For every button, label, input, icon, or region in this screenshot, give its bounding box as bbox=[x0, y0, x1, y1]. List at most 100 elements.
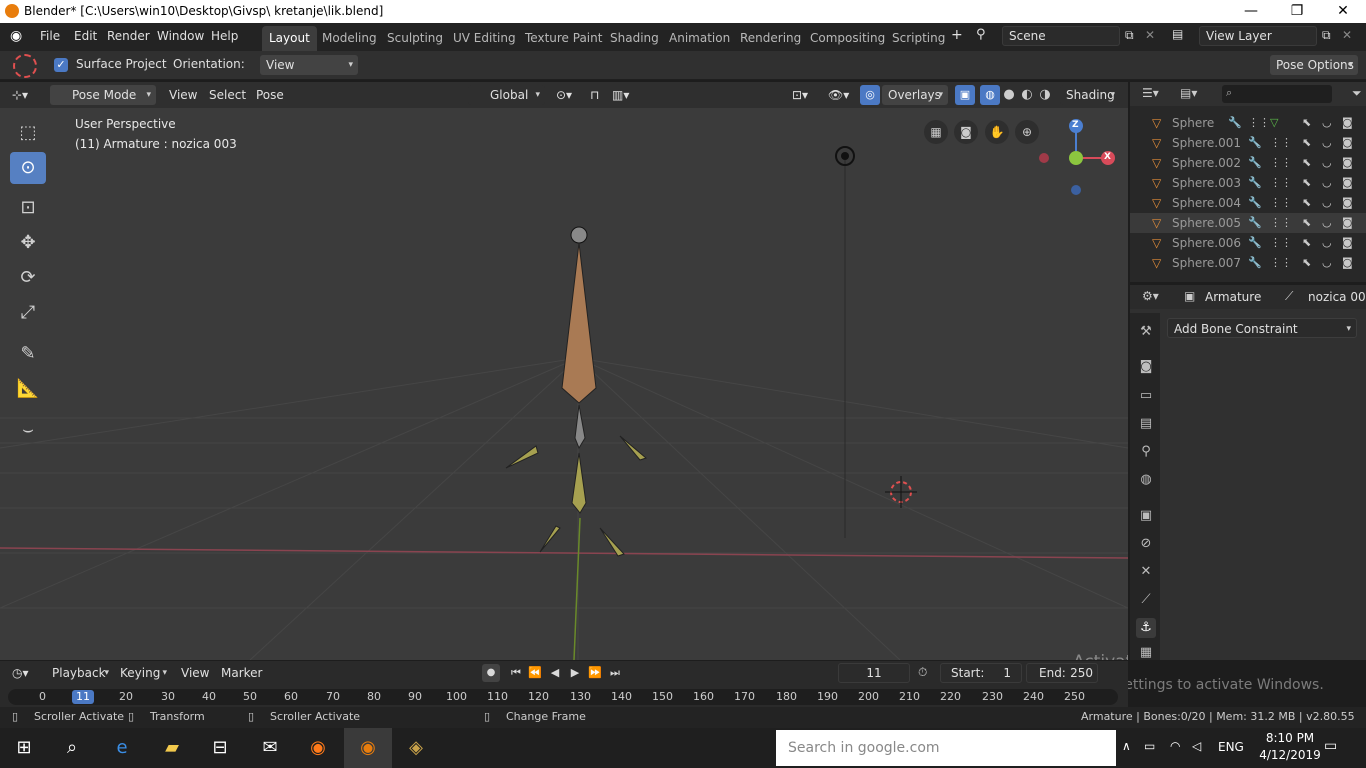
remove-scene-icon[interactable]: ✕ bbox=[1145, 28, 1155, 42]
add-workspace-button[interactable]: + bbox=[951, 27, 963, 43]
menu-window[interactable]: Window bbox=[157, 29, 204, 43]
tab-texture-paint[interactable]: Texture Paint bbox=[518, 26, 609, 51]
timeline-menu-marker[interactable]: Marker bbox=[221, 663, 262, 683]
pivot-point-icon[interactable]: ⊙▾ bbox=[556, 85, 572, 105]
play-icon[interactable]: ▶ bbox=[566, 664, 584, 682]
mode-dropdown[interactable]: Pose Mode ▾ bbox=[50, 85, 156, 105]
render-toggle-icon[interactable]: ◙ bbox=[1342, 116, 1353, 129]
clock-date[interactable]: 4/12/2019 bbox=[1255, 748, 1325, 762]
snap-icon[interactable]: ⊓ bbox=[590, 85, 599, 105]
material-shading-icon[interactable]: ◐ bbox=[1018, 85, 1036, 105]
tab-scripting[interactable]: Scripting bbox=[885, 26, 952, 51]
bone-right-arm[interactable] bbox=[619, 435, 648, 461]
armature-tab-icon[interactable]: ✕ bbox=[1136, 562, 1156, 582]
head-joint[interactable] bbox=[570, 226, 588, 244]
scale-tool-icon[interactable]: ⤢ bbox=[10, 297, 46, 329]
edge-browser-icon[interactable]: e bbox=[98, 728, 146, 768]
playback-dropdown[interactable]: Playback ▾ bbox=[46, 663, 114, 683]
zoom-icon[interactable]: ⊕ bbox=[1015, 120, 1039, 144]
tab-rendering[interactable]: Rendering bbox=[733, 26, 808, 51]
hide-toggle-icon[interactable]: ◡ bbox=[1322, 236, 1332, 249]
3d-cursor[interactable] bbox=[885, 476, 917, 508]
bone-left-arm[interactable] bbox=[505, 445, 539, 469]
bone-spine[interactable] bbox=[561, 242, 597, 404]
view-object-types-icon[interactable]: ⊡▾ bbox=[792, 85, 808, 105]
battery-icon[interactable]: ▭ bbox=[1144, 739, 1155, 753]
hide-toggle-icon[interactable]: ◡ bbox=[1322, 216, 1332, 229]
mail-icon[interactable]: ✉ bbox=[246, 728, 294, 768]
paint-icon[interactable]: ◈ bbox=[392, 728, 440, 768]
timeline-editor-icon[interactable]: ◷▾ bbox=[12, 663, 29, 683]
view-layer-icon[interactable]: ▤ bbox=[1172, 27, 1183, 41]
outliner-editor-icon[interactable]: ☰▾ bbox=[1142, 86, 1159, 100]
shading-dropdown[interactable]: Shading ▾ bbox=[1060, 85, 1120, 105]
properties-editor-icon[interactable]: ⚙▾ bbox=[1142, 289, 1159, 303]
menu-edit[interactable]: Edit bbox=[74, 29, 97, 43]
jump-keyframe-forward-icon[interactable]: ⏩ bbox=[586, 664, 604, 682]
tab-compositing[interactable]: Compositing bbox=[803, 26, 892, 51]
bone-hip[interactable] bbox=[574, 404, 586, 450]
end-frame-field[interactable]: End: 250 bbox=[1026, 663, 1098, 683]
search-icon[interactable]: ⌕ bbox=[48, 728, 96, 768]
outliner-row[interactable]: ▽ Sphere.001 🔧 ⋮⋮ ⬉ ◡ ◙ bbox=[1130, 133, 1366, 153]
scene-tab-icon[interactable]: ⚲ bbox=[1136, 442, 1156, 462]
solid-shading-icon[interactable]: ● bbox=[1000, 85, 1018, 105]
menu-view[interactable]: View bbox=[169, 85, 197, 105]
select-toggle-icon[interactable]: ⬉ bbox=[1302, 236, 1311, 249]
select-toggle-icon[interactable]: ⬉ bbox=[1302, 156, 1311, 169]
select-toggle-icon[interactable]: ⬉ bbox=[1302, 196, 1311, 209]
timeline-menu-view[interactable]: View bbox=[181, 663, 209, 683]
render-toggle-icon[interactable]: ◙ bbox=[1342, 196, 1353, 209]
rotate-tool-icon[interactable]: ⟳ bbox=[10, 262, 46, 294]
clock-time[interactable]: 8:10 PM bbox=[1260, 731, 1320, 745]
record-button[interactable]: ● bbox=[482, 664, 500, 682]
restore-button[interactable]: ❐ bbox=[1274, 1, 1320, 21]
grid-toggle-icon[interactable]: ▦ bbox=[924, 120, 948, 144]
blender-menu-icon[interactable]: ◉ bbox=[10, 28, 22, 44]
language-indicator[interactable]: ENG bbox=[1218, 740, 1244, 754]
armature[interactable] bbox=[505, 226, 648, 557]
render-toggle-icon[interactable]: ◙ bbox=[1342, 236, 1353, 249]
menu-select[interactable]: Select bbox=[209, 85, 246, 105]
measure-tool-icon[interactable]: 📐 bbox=[10, 373, 46, 405]
tab-modeling[interactable]: Modeling bbox=[315, 26, 384, 51]
remove-view-layer-icon[interactable]: ✕ bbox=[1342, 28, 1352, 42]
select-toggle-icon[interactable]: ⬉ bbox=[1302, 136, 1311, 149]
file-explorer-icon[interactable]: ▰ bbox=[148, 728, 196, 768]
start-frame-field[interactable]: Start: 1 bbox=[940, 663, 1022, 683]
copy-view-layer-icon[interactable]: ⧉ bbox=[1322, 28, 1331, 43]
select-box-tool-icon[interactable]: ⬚ bbox=[10, 117, 46, 149]
add-bone-constraint-dropdown[interactable]: Add Bone Constraint ▾ bbox=[1167, 318, 1357, 338]
volume-icon[interactable]: ◁ bbox=[1192, 739, 1201, 753]
outliner-row[interactable]: ▽ Sphere.004 🔧 ⋮⋮ ⬉ ◡ ◙ bbox=[1130, 193, 1366, 213]
breakdowner-tool-icon[interactable]: ⌣ bbox=[10, 414, 46, 446]
tab-sculpting[interactable]: Sculpting bbox=[380, 26, 450, 51]
bone-left-leg[interactable] bbox=[539, 525, 561, 553]
orientation-dropdown[interactable]: View ▾ bbox=[260, 55, 358, 75]
render-toggle-icon[interactable]: ◙ bbox=[1342, 136, 1353, 149]
keying-dropdown[interactable]: Keying ▾ bbox=[114, 663, 172, 683]
store-icon[interactable]: ⊟ bbox=[196, 728, 244, 768]
firefox-icon[interactable]: ◉ bbox=[294, 728, 342, 768]
render-toggle-icon[interactable]: ◙ bbox=[1342, 156, 1353, 169]
taskbar-search-input[interactable]: Search in google.com bbox=[776, 730, 1116, 766]
tab-shading[interactable]: Shading bbox=[603, 26, 666, 51]
annotate-tool-icon[interactable]: ✎ bbox=[10, 338, 46, 370]
view-layer-field[interactable]: View Layer bbox=[1199, 26, 1317, 46]
surface-project-checkbox[interactable]: ✓ bbox=[54, 58, 68, 72]
move-tool-icon[interactable]: ✥ bbox=[10, 227, 46, 259]
blender-taskbar-icon[interactable]: ◉ bbox=[344, 728, 392, 768]
bone-right-leg[interactable] bbox=[599, 527, 625, 557]
filter-icon[interactable]: ⏷ bbox=[1352, 86, 1362, 101]
jump-start-icon[interactable]: ⏮ bbox=[507, 664, 525, 682]
jump-end-icon[interactable]: ⏭ bbox=[606, 664, 624, 682]
hide-toggle-icon[interactable]: ◡ bbox=[1322, 176, 1332, 189]
hide-toggle-icon[interactable]: ◡ bbox=[1322, 196, 1332, 209]
snap-target-icon[interactable]: ▥▾ bbox=[612, 85, 629, 105]
object-constraints-tab-icon[interactable]: ⊘ bbox=[1136, 534, 1156, 554]
menu-render[interactable]: Render bbox=[107, 29, 150, 43]
outliner-row[interactable]: ▽ Sphere.002 🔧 ⋮⋮ ⬉ ◡ ◙ bbox=[1130, 153, 1366, 173]
menu-help[interactable]: Help bbox=[211, 29, 238, 43]
windows-start-icon[interactable]: ⊞ bbox=[0, 728, 48, 768]
playhead-frame[interactable]: 11 bbox=[72, 690, 94, 704]
